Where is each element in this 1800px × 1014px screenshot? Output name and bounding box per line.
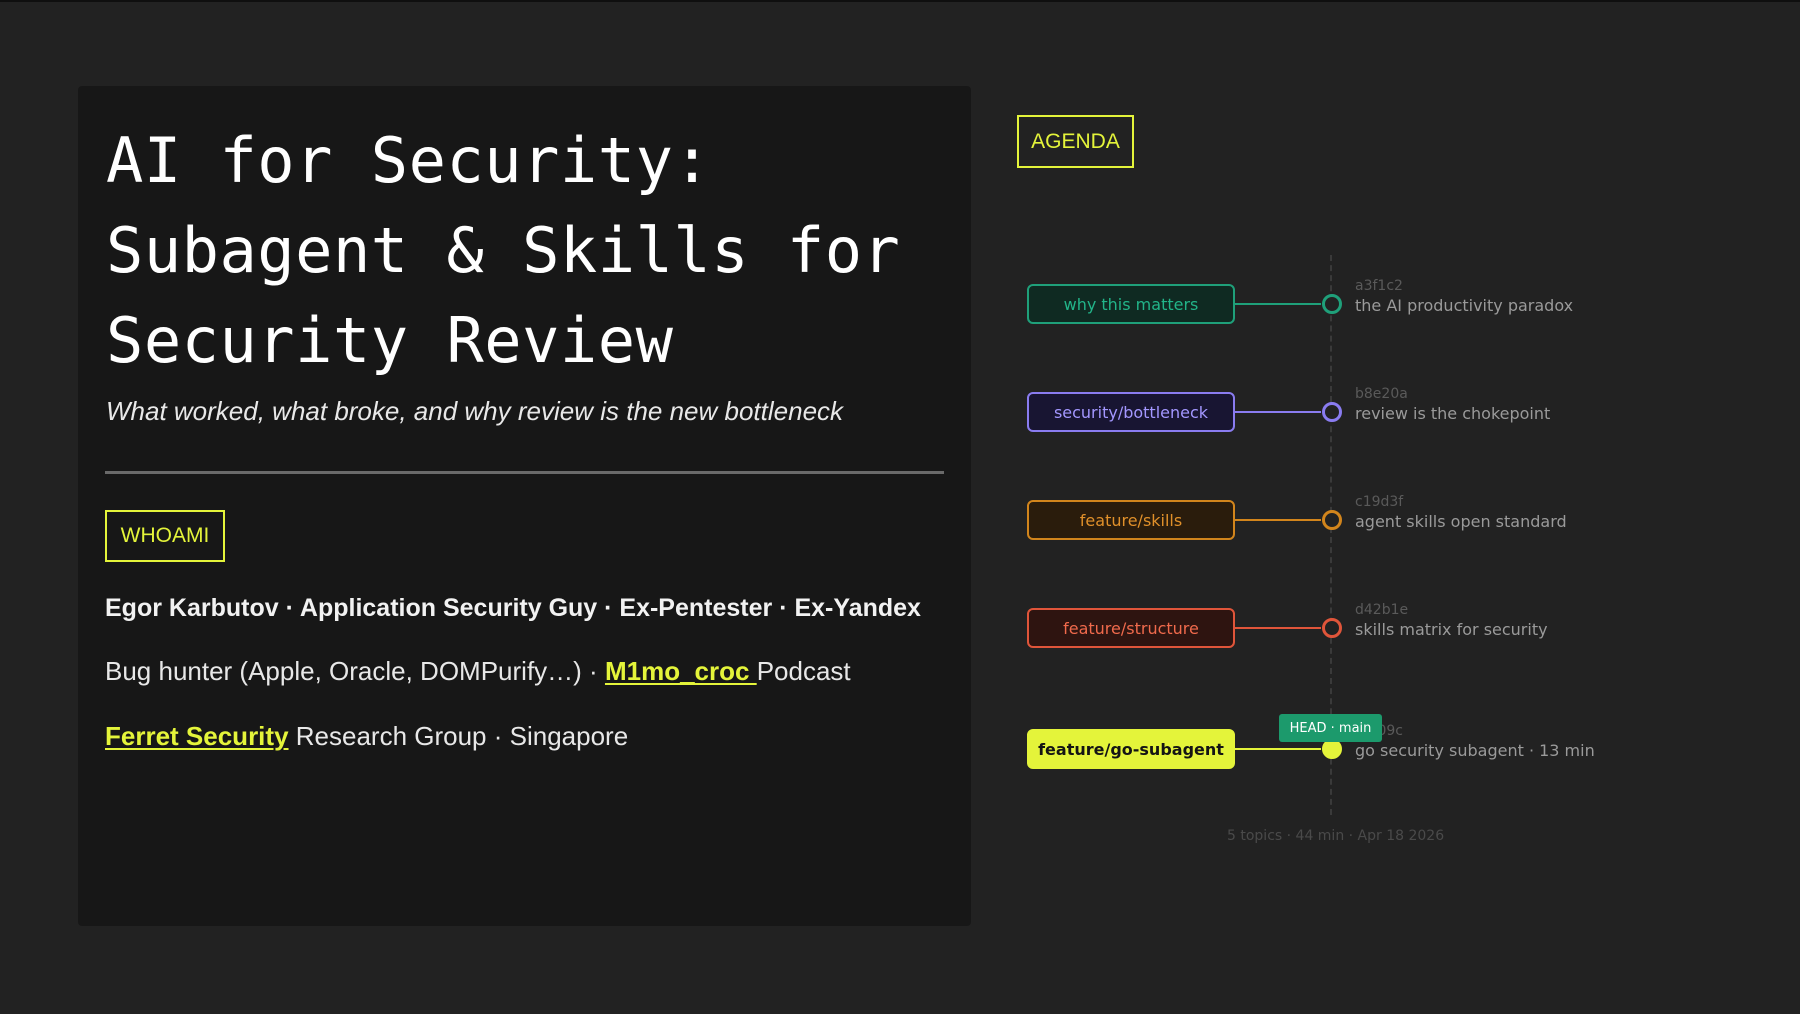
head-main-tag: HEAD · main — [1279, 714, 1382, 742]
agenda-commit-message-1: the AI productivity paradox — [1355, 296, 1574, 315]
agenda-connector-5 — [1235, 748, 1321, 750]
agenda-commit-message-5: go security subagent · 13 min — [1355, 741, 1595, 760]
agenda-commit-hash-1: a3f1c2 — [1355, 278, 1403, 294]
agenda-branch-2: security/bottleneck — [1027, 392, 1235, 432]
agenda-commit-message-2: review is the chokepoint — [1355, 404, 1551, 423]
agenda-graph: why this matters a3f1c2 the AI productivit… — [0, 0, 1800, 1014]
agenda-commit-message-3: agent skills open standard — [1355, 512, 1567, 531]
agenda-branch-1: why this matters — [1027, 284, 1235, 324]
agenda-commit-node-5 — [1322, 739, 1342, 759]
agenda-commit-node-3 — [1322, 510, 1342, 530]
agenda-commit-hash-3: c19d3f — [1355, 494, 1404, 510]
agenda-branch-3: feature/skills — [1027, 500, 1235, 540]
agenda-connector-1 — [1235, 303, 1321, 305]
agenda-commit-node-4 — [1322, 618, 1342, 638]
agenda-branch-4: feature/structure — [1027, 608, 1235, 648]
agenda-commit-node-1 — [1322, 294, 1342, 314]
agenda-footer: 5 topics · 44 min · Apr 18 2026 — [1227, 828, 1445, 844]
agenda-commit-hash-4: d42b1e — [1355, 602, 1409, 618]
agenda-commit-node-2 — [1322, 402, 1342, 422]
agenda-connector-2 — [1235, 411, 1321, 413]
agenda-connector-3 — [1235, 519, 1321, 521]
agenda-commit-hash-2: b8e20a — [1355, 386, 1408, 402]
agenda-connector-4 — [1235, 627, 1321, 629]
agenda-branch-5: feature/go-subagent — [1027, 729, 1235, 769]
agenda-commit-message-4: skills matrix for security — [1355, 620, 1548, 639]
